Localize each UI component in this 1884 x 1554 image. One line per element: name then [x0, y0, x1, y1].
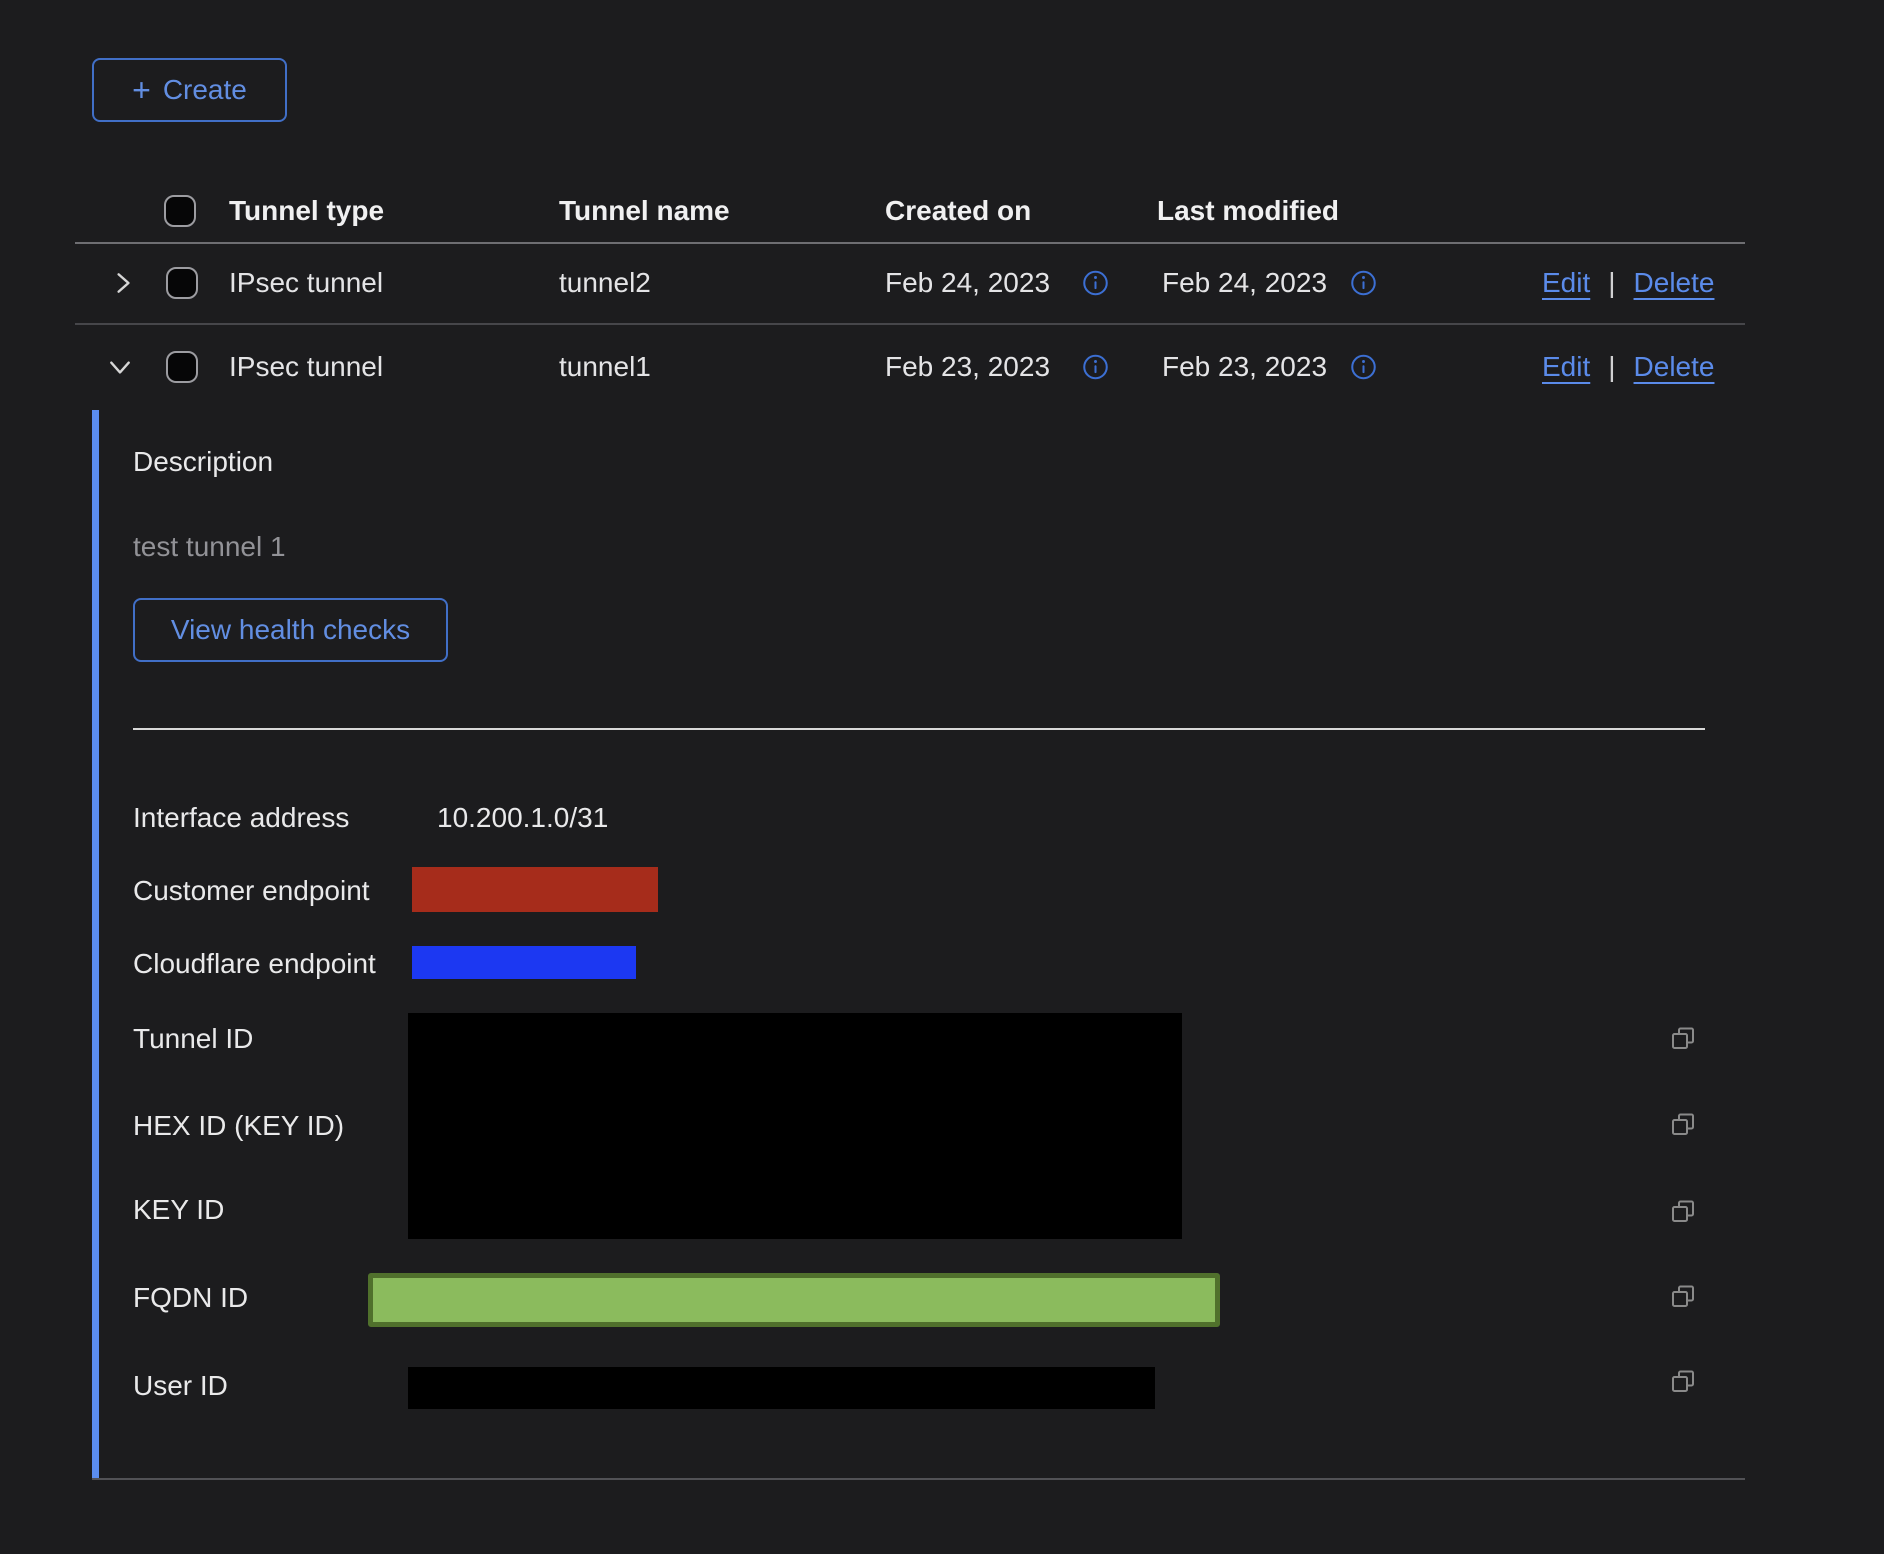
edit-link[interactable]: Edit [1542, 351, 1590, 383]
row-actions: Edit | Delete [1542, 267, 1714, 299]
tunnel-type-cell: IPsec tunnel [229, 351, 383, 383]
chevron-right-icon[interactable] [110, 270, 136, 296]
header-tunnel-type: Tunnel type [229, 195, 384, 227]
key-id-label: KEY ID [133, 1194, 224, 1226]
customer-endpoint-label: Customer endpoint [133, 875, 370, 907]
tunnels-page: + Create Tunnel type Tunnel name Created… [0, 0, 1884, 1554]
hex-id-label: HEX ID (KEY ID) [133, 1110, 344, 1142]
select-all-checkbox[interactable] [164, 195, 196, 227]
fqdn-id-label: FQDN ID [133, 1282, 248, 1314]
description-value: test tunnel 1 [133, 531, 286, 563]
description-label: Description [133, 446, 273, 478]
header-created-on: Created on [885, 195, 1031, 227]
row-actions: Edit | Delete [1542, 351, 1714, 383]
interface-address-value: 10.200.1.0/31 [437, 802, 608, 834]
customer-endpoint-redaction [412, 867, 658, 912]
header-tunnel-name: Tunnel name [559, 195, 730, 227]
tunnel-name-cell: tunnel2 [559, 267, 651, 299]
edit-link[interactable]: Edit [1542, 267, 1590, 299]
table-header-row: Tunnel type Tunnel name Created on Last … [0, 180, 1884, 242]
tunnel-id-label: Tunnel ID [133, 1023, 253, 1055]
created-on-cell: Feb 23, 2023 [885, 351, 1050, 383]
table-row-tunnel1: IPsec tunnel tunnel1 Feb 23, 2023 Feb 23… [0, 323, 1884, 410]
section-divider [133, 728, 1705, 730]
ids-redaction [408, 1013, 1182, 1239]
view-health-checks-label: View health checks [171, 614, 410, 646]
info-icon[interactable] [1082, 353, 1109, 380]
action-separator: | [1608, 267, 1615, 299]
last-modified-cell: Feb 24, 2023 [1162, 267, 1327, 299]
fqdn-id-redaction [368, 1273, 1220, 1327]
expanded-row-accent-bar [92, 410, 99, 1478]
copy-icon[interactable] [1668, 1198, 1698, 1228]
plus-icon: + [132, 74, 151, 106]
info-icon[interactable] [1350, 269, 1377, 296]
copy-icon[interactable] [1668, 1025, 1698, 1055]
delete-link[interactable]: Delete [1634, 351, 1715, 383]
tunnel-type-cell: IPsec tunnel [229, 267, 383, 299]
row-checkbox[interactable] [166, 351, 198, 383]
info-icon[interactable] [1082, 269, 1109, 296]
cloudflare-endpoint-redaction [412, 946, 636, 979]
table-row-tunnel2: IPsec tunnel tunnel2 Feb 24, 2023 Feb 24… [0, 242, 1884, 323]
header-last-modified: Last modified [1157, 195, 1339, 227]
action-separator: | [1608, 351, 1615, 383]
cloudflare-endpoint-label: Cloudflare endpoint [133, 948, 376, 980]
copy-icon[interactable] [1668, 1283, 1698, 1313]
user-id-redaction [408, 1367, 1155, 1409]
copy-icon[interactable] [1668, 1368, 1698, 1398]
table-bottom-divider [92, 1478, 1745, 1480]
create-button[interactable]: + Create [92, 58, 287, 122]
user-id-label: User ID [133, 1370, 228, 1402]
create-button-label: Create [163, 74, 247, 106]
info-icon[interactable] [1350, 353, 1377, 380]
row-checkbox[interactable] [166, 267, 198, 299]
interface-address-label: Interface address [133, 802, 349, 834]
copy-icon[interactable] [1668, 1111, 1698, 1141]
created-on-cell: Feb 24, 2023 [885, 267, 1050, 299]
chevron-down-icon[interactable] [107, 354, 133, 380]
view-health-checks-button[interactable]: View health checks [133, 598, 448, 662]
delete-link[interactable]: Delete [1634, 267, 1715, 299]
last-modified-cell: Feb 23, 2023 [1162, 351, 1327, 383]
tunnel-name-cell: tunnel1 [559, 351, 651, 383]
tunnel-detail-panel: Description test tunnel 1 View health ch… [0, 410, 1884, 1479]
